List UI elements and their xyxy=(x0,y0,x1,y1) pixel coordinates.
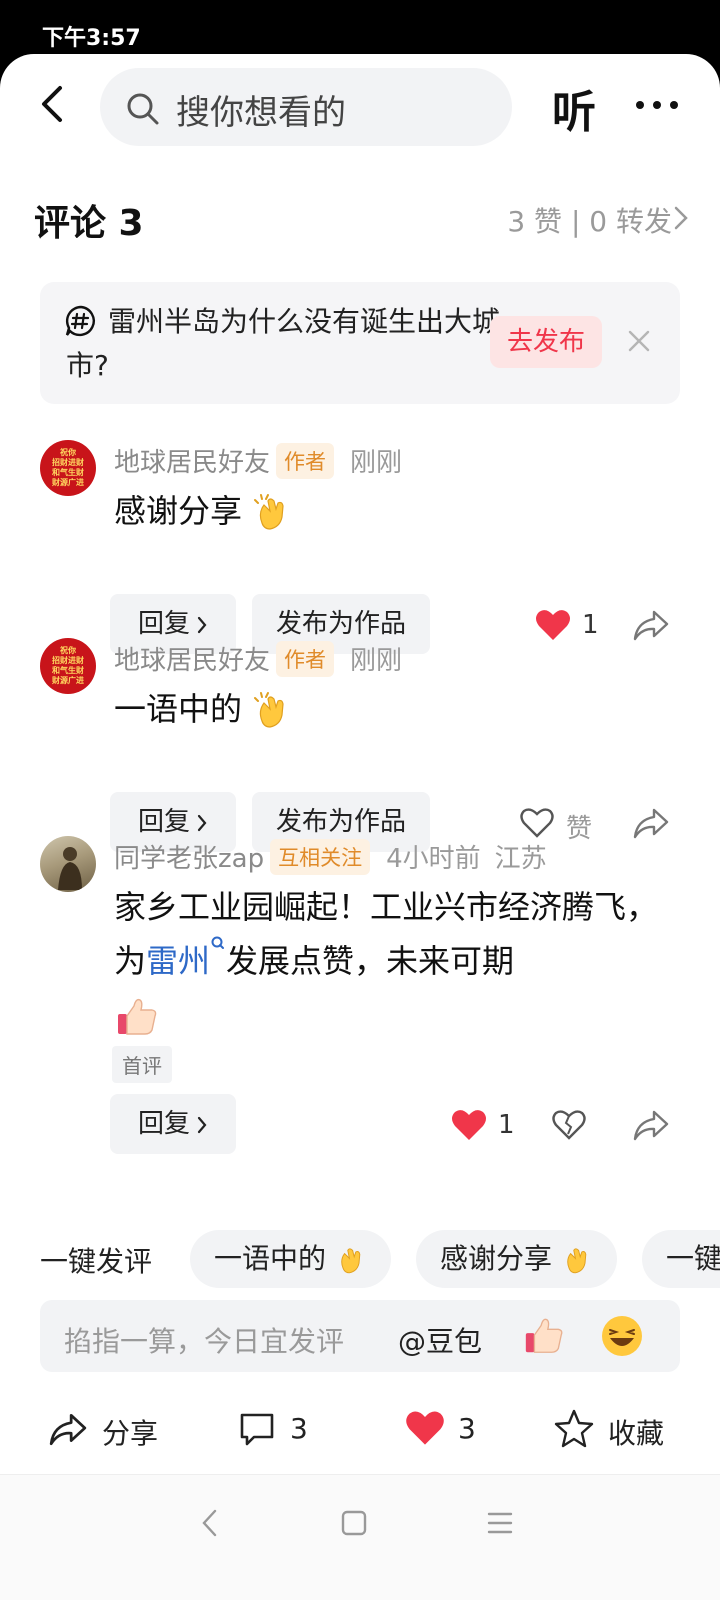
heart-filled-icon xyxy=(406,1411,444,1445)
quick-reply-chip[interactable]: 感谢分享 xyxy=(416,1230,617,1288)
comment-time: 刚刚 xyxy=(350,448,403,478)
favorite-button[interactable]: 收藏 xyxy=(554,1408,674,1452)
broken-heart-icon[interactable] xyxy=(550,1108,588,1142)
nav-home-icon[interactable] xyxy=(340,1509,368,1537)
mutual-follow-badge: 互相关注 xyxy=(270,838,371,875)
close-icon[interactable] xyxy=(626,328,652,354)
mention-doubao-button[interactable]: @豆包 xyxy=(398,1320,482,1360)
topic-card[interactable]: 雷州半岛为什么没有诞生出大城市? 去发布 xyxy=(40,282,680,404)
share-arrow-icon[interactable] xyxy=(632,608,670,642)
nav-menu-icon[interactable] xyxy=(486,1509,514,1537)
comment-time: 4小时前 xyxy=(386,844,481,874)
share-arrow-icon xyxy=(49,1413,87,1446)
thumbs-up-emoji-icon xyxy=(118,998,157,1035)
comment-text: 感谢分享 xyxy=(114,484,674,538)
chevron-right-icon xyxy=(197,814,207,831)
like-count: 1 xyxy=(498,1110,515,1140)
clapping-hands-emoji-icon xyxy=(254,494,284,530)
clapping-hands-emoji-icon xyxy=(254,692,284,728)
chevron-right-icon xyxy=(197,1116,207,1133)
avatar[interactable]: 祝你 招财进财 和气生财 财源广进 xyxy=(40,638,96,694)
heart-filled-icon[interactable] xyxy=(450,1108,488,1142)
status-bar: 下午3:57 xyxy=(0,0,720,58)
author-badge: 作者 xyxy=(276,640,335,677)
like-label[interactable]: 赞 xyxy=(566,808,592,845)
commenter-name[interactable]: 地球居民好友 xyxy=(114,448,270,478)
likes-reposts-stats[interactable]: 3 赞 | 0 转发 xyxy=(507,200,672,240)
listen-button[interactable]: 听 xyxy=(552,76,596,140)
system-navigation-bar xyxy=(0,1474,720,1600)
quick-reply-chip[interactable]: 一键 xyxy=(642,1230,720,1288)
quick-replies-row: 一键发评 一语中的 感谢分享 一键 xyxy=(0,1230,720,1290)
comment-input-placeholder: 掐指一算，今日宜发评 xyxy=(64,1325,345,1358)
avatar[interactable]: 祝你 招财进财 和气生财 财源广进 xyxy=(40,440,96,496)
comments-title: 评论 3 xyxy=(34,203,144,244)
comment-time: 刚刚 xyxy=(350,646,403,676)
comment-bubble-icon xyxy=(240,1413,274,1446)
star-icon xyxy=(554,1409,594,1448)
clapping-hands-emoji-icon xyxy=(341,1248,361,1274)
commenter-name[interactable]: 地球居民好友 xyxy=(114,646,270,676)
first-comment-tag: 首评 xyxy=(112,1046,172,1083)
search-placeholder: 搜你想看的 xyxy=(176,93,346,133)
bottom-action-bar: 分享 3 3 收藏 xyxy=(0,1390,720,1470)
back-arrow-icon[interactable] xyxy=(32,82,76,126)
like-count: 1 xyxy=(582,610,599,640)
topic-text: 雷州半岛为什么没有诞生出大城市? xyxy=(66,305,501,382)
share-arrow-icon[interactable] xyxy=(632,1108,670,1142)
avatar[interactable] xyxy=(40,836,96,892)
share-button[interactable]: 分享 xyxy=(48,1408,168,1452)
comments-screen: 搜你想看的 听 评论 3 3 赞 | 0 转发 雷州半岛为什么没有诞生出大城市?… xyxy=(0,54,720,1600)
topic-link[interactable]: 雷州 xyxy=(146,942,210,980)
quick-reply-label: 一键发评 xyxy=(40,1245,153,1278)
clapping-hands-emoji-icon xyxy=(567,1248,587,1274)
search-icon xyxy=(127,93,159,125)
commenter-name[interactable]: 同学老张zap xyxy=(114,844,264,874)
comment-location: 江苏 xyxy=(494,844,547,874)
status-time: 下午3:57 xyxy=(42,26,141,51)
quick-reply-chip[interactable]: 一语中的 xyxy=(190,1230,391,1288)
comment-input[interactable]: 掐指一算，今日宜发评 @豆包 xyxy=(40,1300,680,1372)
heart-filled-icon[interactable] xyxy=(534,608,572,642)
more-options-icon[interactable] xyxy=(632,80,682,130)
search-bar[interactable]: 搜你想看的 xyxy=(100,68,512,146)
chevron-right-icon xyxy=(197,616,207,633)
share-arrow-icon[interactable] xyxy=(632,806,670,840)
like-button[interactable]: 3 xyxy=(404,1408,484,1452)
reply-button[interactable]: 回复 xyxy=(110,1094,236,1154)
thumbs-up-emoji-icon[interactable] xyxy=(522,1314,566,1358)
laughing-emoji-icon[interactable] xyxy=(600,1314,644,1358)
comment-text: 一语中的 xyxy=(114,682,674,736)
comment-text: 家乡工业园崛起！工业兴市经济腾飞，为雷州 发展点赞，未来可期 xyxy=(114,880,674,1042)
comments-button[interactable]: 3 xyxy=(238,1408,318,1452)
nav-back-icon[interactable] xyxy=(196,1507,224,1539)
chevron-right-icon[interactable] xyxy=(672,204,690,232)
search-link-icon xyxy=(211,936,225,949)
author-badge: 作者 xyxy=(276,442,335,479)
go-publish-button[interactable]: 去发布 xyxy=(490,316,602,368)
heart-outline-icon[interactable] xyxy=(518,806,556,840)
